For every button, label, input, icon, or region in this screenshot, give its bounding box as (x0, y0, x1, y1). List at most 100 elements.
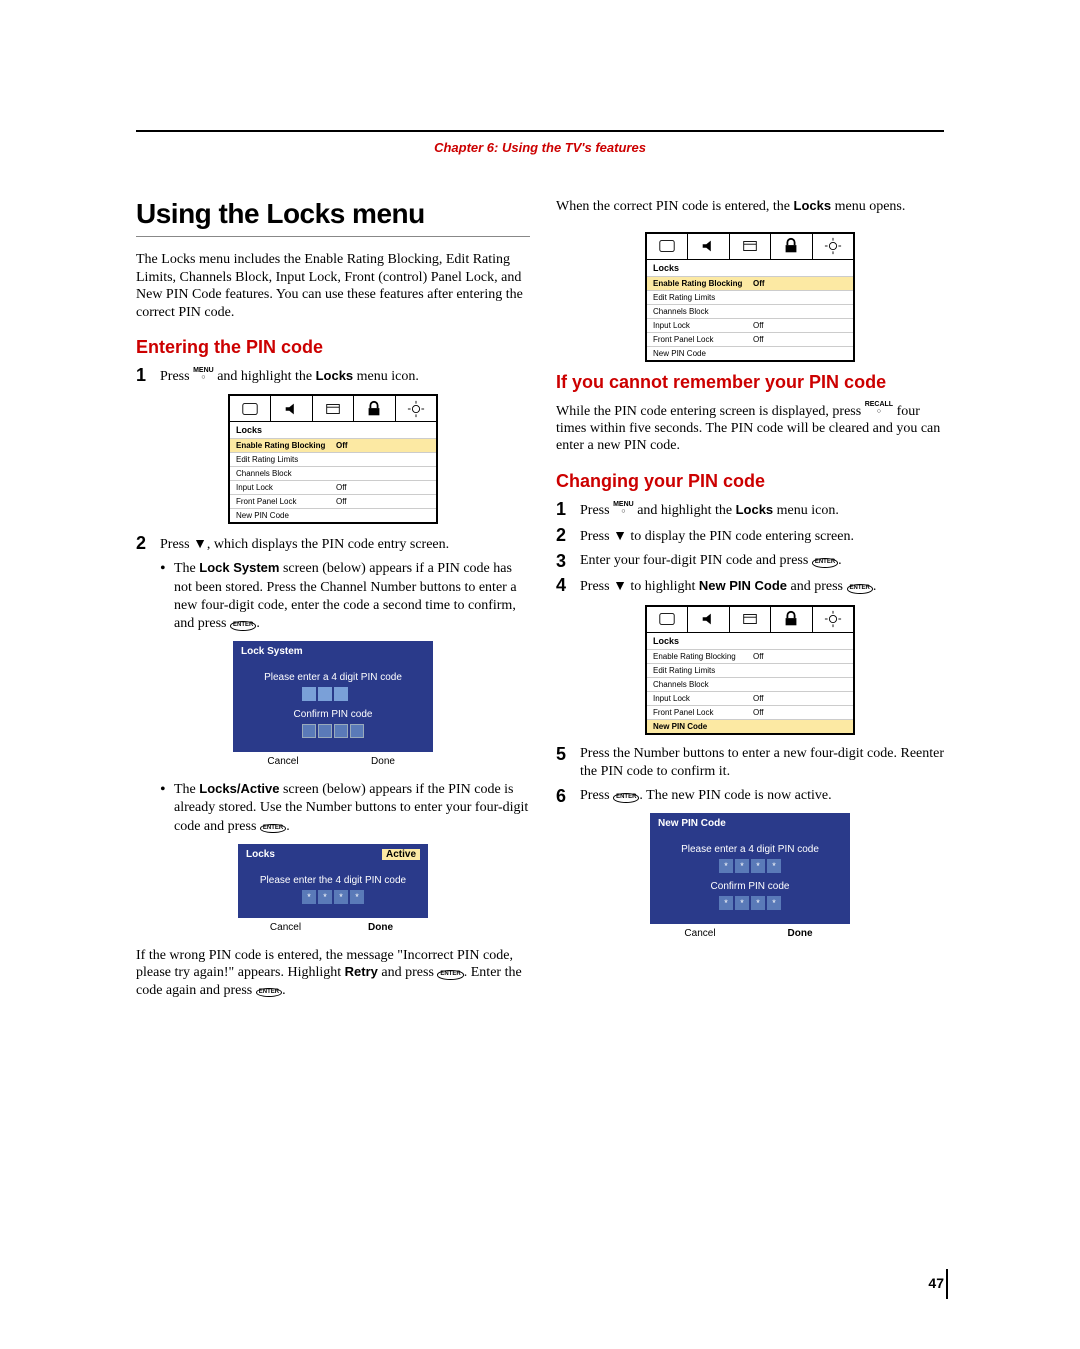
dialog-prompt: Please enter the 4 digit PIN code (246, 875, 420, 886)
step-text: Press ▼ to display the PIN code entering… (580, 526, 944, 546)
title-rule (136, 236, 530, 237)
step-number: 2 (136, 534, 160, 554)
step-text: Press MENU and highlight the Locks menu … (580, 500, 944, 520)
menu-key-icon: MENU (193, 366, 214, 380)
setup-icon (313, 396, 354, 421)
top-rule (136, 130, 944, 132)
dialog-prompt: Please enter a 4 digit PIN code (658, 844, 842, 855)
enter-key-icon: ENTER (230, 621, 256, 631)
done-button[interactable]: Done (333, 752, 433, 771)
cancel-button[interactable]: Cancel (233, 752, 333, 771)
bullet-lock-system: • The Lock System screen (below) appears… (160, 560, 530, 633)
step-number: 1 (136, 366, 160, 386)
step-number: 4 (556, 576, 580, 596)
enter-key-icon: ENTER (847, 584, 873, 594)
pin-entry-boxes: **** (246, 890, 420, 904)
left-column: Using the Locks menu The Locks menu incl… (136, 198, 530, 1015)
menu-row: Enable Rating BlockingOff (647, 649, 853, 663)
page-title: Using the Locks menu (136, 198, 530, 230)
locks-menu-illustration-1: Locks Enable Rating BlockingOff Edit Rat… (228, 394, 438, 524)
step-text: Enter your four-digit PIN code and press… (580, 552, 944, 570)
menu-row: Front Panel LockOff (230, 494, 436, 508)
change-step-5: 5 Press the Number buttons to enter a ne… (556, 745, 944, 781)
menu-row: New PIN Code (647, 719, 853, 733)
audio-icon (688, 607, 729, 632)
menu-tab-icons (230, 396, 436, 422)
step-number: 1 (556, 500, 580, 520)
bullet-icon: • (160, 560, 174, 633)
dialog-header: Locks Active (238, 844, 428, 865)
dialog-header: New PIN Code (650, 813, 850, 834)
intro-text: The Locks menu includes the Enable Ratin… (136, 251, 530, 321)
page-number: 47 (928, 1275, 944, 1291)
menu-row: Edit Rating Limits (647, 290, 853, 304)
locks-icon (771, 607, 812, 632)
menu-row: Edit Rating Limits (230, 452, 436, 466)
step-1: 1 Press MENU and highlight the Locks men… (136, 366, 530, 386)
bullet-locks-active: • The Locks/Active screen (below) appear… (160, 781, 530, 836)
locks-active-dialog: Locks Active Please enter the 4 digit PI… (238, 844, 428, 937)
menu-row: Enable Rating BlockingOff (647, 276, 853, 290)
change-step-4: 4 Press ▼ to highlight New PIN Code and … (556, 576, 944, 596)
cancel-button[interactable]: Cancel (238, 918, 333, 937)
step-text: Press ▼, which displays the PIN code ent… (160, 534, 530, 554)
menu-row: Channels Block (647, 677, 853, 691)
menu-row: Front Panel LockOff (647, 705, 853, 719)
side-rule (946, 1269, 948, 1299)
step-number: 3 (556, 552, 580, 570)
cancel-button[interactable]: Cancel (650, 924, 750, 943)
lock-system-dialog: Lock System Please enter a 4 digit PIN c… (233, 641, 433, 771)
menu-row: Enable Rating BlockingOff (230, 438, 436, 452)
bullet-text: The Lock System screen (below) appears i… (174, 560, 530, 633)
menu-title: Locks (230, 422, 436, 438)
step-text: Press ▼ to highlight New PIN Code and pr… (580, 576, 944, 596)
audio-icon (688, 234, 729, 259)
done-button[interactable]: Done (750, 924, 850, 943)
pin-confirm-boxes (241, 724, 425, 738)
menu-key-icon: MENU (613, 500, 634, 514)
menu-row: Input LockOff (230, 480, 436, 494)
section-entering-pin: Entering the PIN code (136, 337, 530, 358)
menu-title: Locks (647, 633, 853, 649)
step-number: 5 (556, 745, 580, 781)
audio-icon (271, 396, 312, 421)
bullet-icon: • (160, 781, 174, 836)
change-step-3: 3 Enter your four-digit PIN code and pre… (556, 552, 944, 570)
step-number: 6 (556, 787, 580, 805)
step-text: Press MENU and highlight the Locks menu … (160, 366, 530, 386)
change-step-1: 1 Press MENU and highlight the Locks men… (556, 500, 944, 520)
menu-row: Edit Rating Limits (647, 663, 853, 677)
picture-icon (230, 396, 271, 421)
right-column: When the correct PIN code is entered, th… (556, 198, 944, 953)
enter-key-icon: ENTER (812, 558, 838, 568)
locks-icon (771, 234, 812, 259)
change-step-6: 6 Press ENTER. The new PIN code is now a… (556, 787, 944, 805)
step-2: 2 Press ▼, which displays the PIN code e… (136, 534, 530, 554)
down-arrow-icon: ▼ (193, 535, 207, 551)
step-text: Press ENTER. The new PIN code is now act… (580, 787, 944, 805)
done-button[interactable]: Done (333, 918, 428, 937)
setup-icon (730, 234, 771, 259)
chapter-heading: Chapter 6: Using the TV's features (0, 140, 1080, 155)
menu-tab-icons (647, 607, 853, 633)
step-number: 2 (556, 526, 580, 546)
dialog-prompt: Please enter a 4 digit PIN code (241, 672, 425, 683)
down-arrow-icon: ▼ (613, 577, 627, 593)
wrong-pin-text: If the wrong PIN code is entered, the me… (136, 947, 530, 1000)
setup-icon (730, 607, 771, 632)
dialog-confirm-label: Confirm PIN code (241, 709, 425, 720)
enter-key-icon: ENTER (256, 988, 282, 998)
step-text: Press the Number buttons to enter a new … (580, 745, 944, 781)
pin-confirm-boxes: **** (658, 896, 842, 910)
picture-icon (647, 607, 688, 632)
enter-key-icon: ENTER (613, 793, 639, 803)
menu-row: Channels Block (230, 466, 436, 480)
locks-icon (354, 396, 395, 421)
bullet-text: The Locks/Active screen (below) appears … (174, 781, 530, 836)
change-step-2: 2 Press ▼ to display the PIN code enteri… (556, 526, 944, 546)
preferences-icon (396, 396, 436, 421)
enter-key-icon: ENTER (260, 824, 286, 834)
pin-entry-boxes: **** (658, 859, 842, 873)
section-forgot-pin: If you cannot remember your PIN code (556, 372, 944, 393)
menu-row: New PIN Code (647, 346, 853, 360)
